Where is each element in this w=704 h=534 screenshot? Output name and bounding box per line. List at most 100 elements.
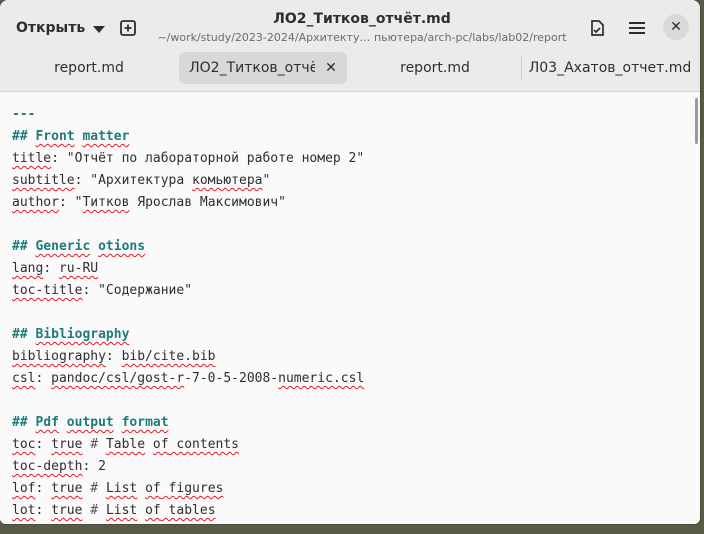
heading-space bbox=[90, 239, 98, 254]
yaml-key: toc-depth bbox=[12, 459, 83, 474]
editor-line: ## Pdf output format bbox=[12, 412, 364, 434]
yaml-value: " bbox=[262, 173, 271, 188]
editor-line: ## Bibliography bbox=[12, 324, 364, 346]
misspelled-word: комьютера bbox=[192, 173, 263, 188]
comment-word: of bbox=[145, 481, 161, 496]
comment-space bbox=[145, 437, 153, 452]
comment-marker: # bbox=[82, 503, 106, 518]
tab-label: Л03_Ахатов_отчет.md bbox=[528, 60, 692, 76]
editor-line-blank bbox=[12, 390, 364, 412]
tab-label: report.md bbox=[400, 60, 470, 76]
heading-word: format bbox=[121, 415, 169, 430]
chevron-down-icon bbox=[93, 25, 106, 33]
tab-label: report.md bbox=[54, 60, 124, 76]
close-icon: ✕ bbox=[670, 19, 682, 35]
editor-line: toc-depth: 2 bbox=[12, 456, 364, 478]
editor-line: --- bbox=[12, 104, 364, 126]
tab-close-icon[interactable]: ✕ bbox=[325, 60, 337, 76]
yaml-value: : "Архитектура bbox=[74, 173, 193, 188]
comment-word: List bbox=[105, 481, 138, 496]
text-editor-area[interactable]: --- ## Front matter title: "Отчёт по лаб… bbox=[0, 92, 700, 524]
yaml-key: lof bbox=[12, 481, 36, 496]
save-icon bbox=[591, 20, 604, 36]
yaml-value: true bbox=[51, 503, 83, 518]
editor-line: author: "Титков Ярослав Максимович" bbox=[12, 192, 364, 214]
yaml-separator: : bbox=[105, 349, 122, 364]
new-document-button[interactable] bbox=[114, 14, 142, 42]
heading-space bbox=[114, 415, 122, 430]
tab-lo2-titkov-report[interactable]: ЛО2_Титков_отчёт ✕ bbox=[179, 52, 347, 84]
editor-line: subtitle: "Архитектура комьютера" bbox=[12, 170, 364, 192]
yaml-value: Ярослав Максимович" bbox=[129, 195, 286, 210]
open-button-label: Открыть bbox=[16, 20, 86, 36]
yaml-separator: : bbox=[43, 261, 59, 276]
yaml-separator: : bbox=[35, 503, 52, 518]
comment-word: of bbox=[145, 503, 161, 518]
yaml-value: : " bbox=[58, 195, 83, 210]
tab-label: ЛО2_Титков_отчёт bbox=[189, 60, 316, 76]
heading-word: Bibliography bbox=[35, 327, 130, 342]
yaml-value: : "Содержание" bbox=[82, 283, 193, 298]
editor-line: lot: true # List of tables bbox=[12, 500, 364, 522]
yaml-value: pandoc/csl/gost-r bbox=[51, 371, 185, 386]
yaml-value: true bbox=[51, 437, 83, 452]
editor-line: ## Generic otions bbox=[12, 236, 364, 258]
editor-line: toc-title: "Содержание" bbox=[12, 280, 364, 302]
vertical-scrollbar[interactable] bbox=[695, 98, 698, 144]
yaml-key: lot bbox=[12, 503, 36, 518]
tab-report-md-1[interactable]: report.md bbox=[14, 52, 164, 84]
editor-line: csl: pandoc/csl/gost-r-7-0-5-2008-numeri… bbox=[12, 368, 364, 390]
yaml-separator: : bbox=[35, 371, 52, 386]
yaml-value: ru-RU bbox=[58, 261, 99, 276]
heading-word: output bbox=[66, 415, 114, 430]
heading-marker: ## bbox=[12, 239, 36, 254]
yaml-value: true bbox=[51, 481, 83, 496]
editor-line: title: "Отчёт по лабораторной работе ном… bbox=[12, 148, 364, 170]
yaml-key: author bbox=[12, 195, 59, 210]
editor-line-blank bbox=[12, 302, 364, 324]
yaml-value: -7-0-5-2008- bbox=[184, 371, 279, 386]
heading-marker: ## bbox=[12, 129, 36, 144]
new-document-icon bbox=[120, 20, 136, 36]
editor-line: bibliography: bib/cite.bib bbox=[12, 346, 364, 368]
editor-line: ## Front matter bbox=[12, 126, 364, 148]
heading-marker: ## bbox=[12, 415, 36, 430]
yaml-delimiter: --- bbox=[12, 107, 36, 122]
yaml-value: numeric.csl bbox=[278, 371, 365, 386]
main-menu-button[interactable] bbox=[623, 14, 651, 42]
heading-word: Generic bbox=[35, 239, 91, 254]
tab-report-md-2[interactable]: report.md bbox=[360, 52, 510, 84]
heading-word: Front bbox=[35, 129, 75, 144]
open-button[interactable]: Открыть bbox=[10, 14, 111, 42]
yaml-key: bibliography bbox=[12, 349, 106, 364]
comment-space bbox=[137, 503, 145, 518]
editor-line: lang: ru-RU bbox=[12, 258, 364, 280]
yaml-key: toc-title bbox=[12, 283, 83, 298]
comment-word: of bbox=[152, 437, 169, 452]
yaml-value: : "Отчёт по лабораторной работе номер 2" bbox=[51, 151, 365, 166]
yaml-separator: : bbox=[35, 481, 52, 496]
save-button[interactable] bbox=[583, 14, 611, 42]
comment-word: tables bbox=[160, 503, 216, 518]
window-title: ЛО2_Титков_отчёт.md bbox=[273, 11, 451, 27]
hamburger-menu-icon bbox=[629, 22, 645, 34]
comment-word: contents bbox=[168, 437, 240, 452]
text-editor-window: Открыть ЛО2_Титков_отчёт.md ~/work/study… bbox=[0, 0, 700, 524]
heading-space bbox=[59, 415, 67, 430]
editor-line: toc: true # Table of contents bbox=[12, 434, 364, 456]
header-bar: Открыть ЛО2_Титков_отчёт.md ~/work/study… bbox=[0, 0, 700, 92]
tab-l03-akhatov-report[interactable]: Л03_Ахатов_отчет.md bbox=[526, 52, 694, 84]
heading-word: matter bbox=[82, 129, 130, 144]
window-subtitle-path: ~/work/study/2023-2024/Архитекту… пьютер… bbox=[157, 31, 567, 44]
yaml-value: bib/cite.bib bbox=[121, 349, 216, 364]
heading-marker: ## bbox=[12, 327, 36, 342]
yaml-key: toc bbox=[12, 437, 36, 452]
comment-word: figures bbox=[160, 481, 224, 496]
title-block: ЛО2_Титков_отчёт.md ~/work/study/2023-20… bbox=[150, 11, 574, 44]
comment-word: Table bbox=[105, 437, 146, 452]
editor-line: lof: true # List of figures bbox=[12, 478, 364, 500]
yaml-key: subtitle bbox=[12, 173, 75, 188]
close-window-button[interactable]: ✕ bbox=[663, 14, 689, 40]
tab-separator bbox=[521, 55, 522, 81]
code-text: --- ## Front matter title: "Отчёт по лаб… bbox=[12, 104, 364, 522]
